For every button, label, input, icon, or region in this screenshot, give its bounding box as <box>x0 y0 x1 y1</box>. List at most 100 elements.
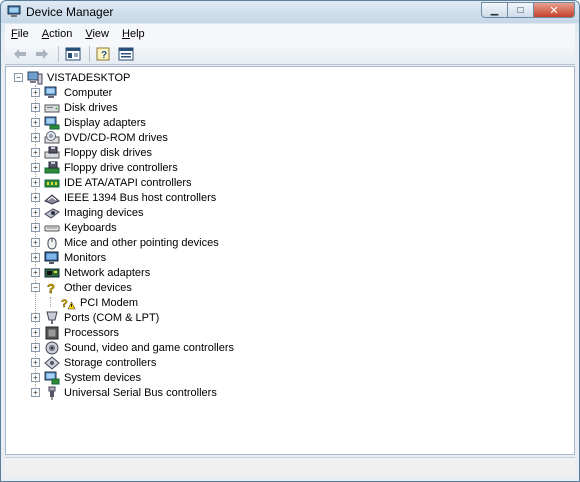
menu-help[interactable]: Help <box>122 28 145 40</box>
device-manager-app-icon <box>7 5 21 17</box>
tree-item-label: Computer <box>64 86 113 99</box>
port-icon <box>46 311 58 324</box>
tree-item-ports-com-lpt[interactable]: + Ports (COM & LPT) <box>31 310 159 325</box>
expand-toggle[interactable]: + <box>31 118 40 127</box>
tree-item-label: IEEE 1394 Bus host controllers <box>64 191 217 204</box>
expand-toggle[interactable]: + <box>31 313 40 322</box>
tree-item-monitors[interactable]: + Monitors <box>31 250 106 265</box>
expand-toggle[interactable]: + <box>31 178 40 187</box>
scan-hardware-icon[interactable] <box>117 46 135 62</box>
ieee1394-icon <box>44 193 60 205</box>
svg-text:?: ? <box>47 281 55 295</box>
tree-item-display-adapters[interactable]: + Display adapters <box>31 115 146 130</box>
tree-guide-line <box>50 297 51 307</box>
tree-item-label: Imaging devices <box>64 206 144 219</box>
menu-bar: File Action View Help <box>5 24 575 43</box>
menu-file[interactable]: File <box>11 28 29 40</box>
tree-item-label: Mice and other pointing devices <box>64 236 219 249</box>
menu-view-label: iew <box>92 27 109 40</box>
monitor-icon <box>44 251 59 264</box>
toolbar: ? <box>5 43 575 65</box>
expand-toggle[interactable]: + <box>31 133 40 142</box>
warning-device-icon: ? <box>61 297 76 310</box>
disk-drive-icon <box>44 104 60 112</box>
tree-item-disk-drives[interactable]: + Disk drives <box>31 100 118 115</box>
tree-item-network-adapters[interactable]: + Network adapters <box>31 265 150 280</box>
expand-toggle[interactable]: + <box>31 223 40 232</box>
tree-item-computer[interactable]: + Computer <box>31 85 112 100</box>
tree-item-label: DVD/CD-ROM drives <box>64 131 168 144</box>
help-icon[interactable]: ? <box>95 46 113 62</box>
display-adapter-icon <box>44 116 60 129</box>
tree-item-mice-and-other-pointing-devices[interactable]: + Mice and other pointing devices <box>31 235 219 250</box>
tree-item-label: IDE ATA/ATAPI controllers <box>64 176 192 189</box>
tree-item-ide-ata-atapi-controllers[interactable]: + IDE ATA/ATAPI controllers <box>31 175 192 190</box>
expand-toggle[interactable]: + <box>31 358 40 367</box>
title-bar[interactable]: Device Manager ▁ □ ✕ <box>1 1 579 23</box>
tree-item-processors[interactable]: + Processors <box>31 325 119 340</box>
forward-arrow-icon[interactable] <box>33 46 51 62</box>
window-title: Device Manager <box>26 5 114 19</box>
floppy-drive-icon <box>44 146 60 158</box>
tree-item-floppy-disk-drives[interactable]: + Floppy disk drives <box>31 145 152 160</box>
menu-file-hotkey: F <box>11 27 18 40</box>
minimize-button[interactable]: ▁ <box>481 2 507 18</box>
menu-file-label: ile <box>17 27 29 40</box>
expand-toggle[interactable]: + <box>31 253 40 262</box>
device-tree[interactable]: − VISTADESKTOP + Computer + Disk drives … <box>5 66 575 455</box>
tree-item-other-devices[interactable]: − ? Other devices <box>31 280 132 295</box>
tree-item-label: Keyboards <box>64 221 117 234</box>
tree-item-label: System devices <box>64 371 142 384</box>
expand-toggle[interactable]: + <box>31 193 40 202</box>
expand-toggle[interactable]: + <box>31 373 40 382</box>
toolbar-separator <box>58 45 59 62</box>
expand-toggle[interactable]: + <box>31 148 40 157</box>
unknown-device-icon: ? <box>47 281 56 295</box>
tree-item-system-devices[interactable]: + System devices <box>31 370 141 385</box>
ide-controller-icon <box>44 179 60 187</box>
tree-item-universal-serial-bus-controllers[interactable]: + Universal Serial Bus controllers <box>31 385 217 400</box>
tree-item-keyboards[interactable]: + Keyboards <box>31 220 117 235</box>
maximize-button[interactable]: □ <box>507 2 533 18</box>
sound-icon <box>45 341 59 354</box>
toolbar-separator <box>89 45 90 62</box>
tree-item-ieee-1394-bus-host-controllers[interactable]: + IEEE 1394 Bus host controllers <box>31 190 216 205</box>
expand-toggle[interactable]: + <box>31 88 40 97</box>
menu-help-label: elp <box>129 27 145 40</box>
expand-toggle[interactable]: + <box>31 268 40 277</box>
mouse-icon <box>47 237 57 249</box>
svg-text:?: ? <box>101 50 107 61</box>
tree-item-storage-controllers[interactable]: + Storage controllers <box>31 355 156 370</box>
expand-toggle[interactable]: + <box>31 343 40 352</box>
network-adapter-icon <box>44 268 60 277</box>
menu-view[interactable]: View <box>85 28 109 40</box>
expand-toggle[interactable]: + <box>31 208 40 217</box>
collapse-toggle[interactable]: − <box>31 283 40 292</box>
properties-icon[interactable] <box>64 46 82 62</box>
tree-item-floppy-drive-controllers[interactable]: + Floppy drive controllers <box>31 160 178 175</box>
tree-item-imaging-devices[interactable]: + Imaging devices <box>31 205 144 220</box>
back-arrow-icon[interactable] <box>11 46 29 62</box>
expand-toggle[interactable]: + <box>31 163 40 172</box>
window-controls: ▁ □ ✕ <box>481 2 575 18</box>
close-button[interactable]: ✕ <box>533 2 575 18</box>
tree-item-pci-modem[interactable]: ? PCI Modem <box>60 295 138 310</box>
tree-item-label: Other devices <box>64 281 132 294</box>
tree-item-sound-video-and-game-controllers[interactable]: + Sound, video and game controllers <box>31 340 234 355</box>
menu-help-hotkey: H <box>122 27 130 40</box>
tree-root[interactable]: − VISTADESKTOP <box>14 70 130 85</box>
expand-toggle[interactable]: + <box>31 103 40 112</box>
collapse-toggle[interactable]: − <box>14 73 23 82</box>
tree-item-label: Monitors <box>64 251 107 264</box>
tree-item-dvd-cd-rom-drives[interactable]: + DVD/CD-ROM drives <box>31 130 168 145</box>
svg-text:?: ? <box>61 298 68 310</box>
expand-toggle[interactable]: + <box>31 388 40 397</box>
menu-action-label: ction <box>49 27 73 40</box>
expand-toggle[interactable]: + <box>31 238 40 247</box>
expand-toggle[interactable]: + <box>31 328 40 337</box>
computer-root-icon <box>27 71 43 84</box>
floppy-controller-icon <box>44 161 60 173</box>
menu-action[interactable]: Action <box>42 28 73 40</box>
dvd-drive-icon <box>44 130 60 143</box>
tree-item-label: Sound, video and game controllers <box>64 341 234 354</box>
